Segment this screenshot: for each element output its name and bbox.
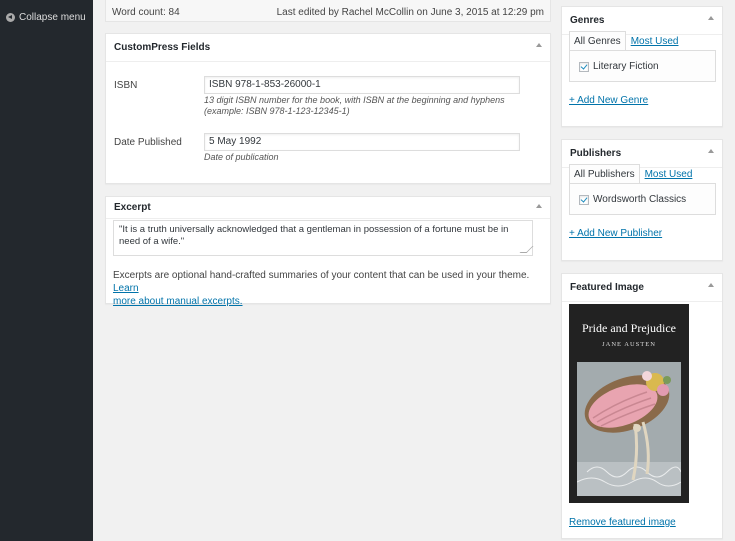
publisher-item-label: Wordsworth Classics: [593, 194, 687, 205]
excerpt-help-text: Excerpts are optional hand-crafted summa…: [113, 270, 530, 281]
publisher-item: Wordsworth Classics: [579, 194, 686, 205]
collapse-arrow-icon: [6, 13, 15, 22]
genre-checkbox[interactable]: [579, 61, 589, 72]
tab-most-used-publishers[interactable]: Most Used: [640, 164, 698, 185]
excerpt-text-line-1: "It is a truth universally acknowledged …: [119, 224, 509, 235]
genre-item-label: Literary Fiction: [593, 61, 659, 72]
excerpt-textarea[interactable]: "It is a truth universally acknowledged …: [113, 220, 534, 256]
genres-title: Genres: [570, 15, 605, 26]
post-status-info: Word count: 84 Last edited by Rachel McC…: [105, 0, 551, 22]
add-new-publisher-link[interactable]: + Add New Publisher: [569, 228, 662, 239]
collapse-menu-label: Collapse menu: [19, 12, 86, 23]
toggle-panel-icon[interactable]: [708, 16, 714, 20]
cover-bonnet-illustration: [577, 362, 681, 496]
learn-more-link-continued[interactable]: more about manual excerpts.: [113, 296, 243, 307]
add-new-genre-link[interactable]: + Add New Genre: [569, 95, 648, 106]
excerpt-text-line-2: need of a wife.": [119, 236, 185, 247]
featured-image-header[interactable]: Featured Image: [562, 274, 722, 302]
isbn-description: 13 digit ISBN number for the book, with …: [204, 95, 534, 117]
date-published-input[interactable]: 5 May 1992: [204, 133, 520, 151]
publishers-tabs: All Publishers Most Used: [569, 164, 697, 185]
cover-book-author: JANE AUSTEN: [602, 341, 656, 348]
remove-featured-image-link[interactable]: Remove featured image: [569, 517, 676, 528]
learn-more-link[interactable]: Learn: [113, 283, 139, 294]
genres-tabs: All Genres Most Used: [569, 31, 683, 52]
featured-image-title: Featured Image: [570, 282, 644, 293]
publishers-title: Publishers: [570, 148, 622, 159]
isbn-input[interactable]: ISBN 978-1-853-26000-1: [204, 76, 520, 94]
tab-all-publishers[interactable]: All Publishers: [569, 164, 640, 185]
isbn-label: ISBN: [114, 80, 138, 91]
cover-book-title: Pride and Prejudice: [582, 321, 676, 335]
collapse-menu-button[interactable]: Collapse menu: [6, 12, 86, 23]
excerpt-help: Excerpts are optional hand-crafted summa…: [113, 269, 543, 308]
excerpt-title: Excerpt: [114, 202, 151, 213]
custompress-fields-title: CustomPress Fields: [114, 42, 211, 53]
bonnet-illustration-graphic: [577, 362, 681, 496]
admin-sidebar: Collapse menu: [0, 0, 93, 541]
tab-all-genres[interactable]: All Genres: [569, 31, 626, 52]
excerpt-header[interactable]: Excerpt: [106, 197, 550, 219]
isbn-description-line-2: (example: ISBN 978-1-123-12345-1): [204, 106, 350, 116]
tab-most-used-genres[interactable]: Most Used: [626, 31, 684, 52]
toggle-panel-icon[interactable]: [708, 283, 714, 287]
featured-image-thumbnail[interactable]: Pride and Prejudice JANE AUSTEN: [569, 304, 689, 503]
toggle-panel-icon[interactable]: [536, 204, 542, 208]
menu-item-cut-off[interactable]: [7, 0, 77, 1]
toggle-panel-icon[interactable]: [708, 149, 714, 153]
genre-item: Literary Fiction: [579, 61, 659, 72]
last-edited: Last edited by Rachel McCollin on June 3…: [276, 7, 544, 18]
custompress-fields-header[interactable]: CustomPress Fields: [106, 34, 550, 62]
isbn-description-line-1: 13 digit ISBN number for the book, with …: [204, 95, 505, 105]
date-published-label: Date Published: [114, 137, 182, 148]
publisher-checkbox[interactable]: [579, 194, 589, 205]
date-published-description: Date of publication: [204, 152, 279, 162]
toggle-panel-icon[interactable]: [536, 43, 542, 47]
word-count: Word count: 84: [112, 7, 180, 18]
